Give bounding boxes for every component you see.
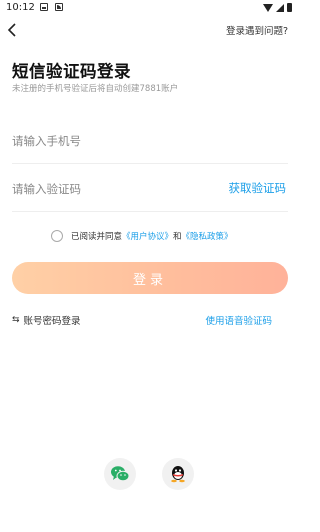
app-notification-icon xyxy=(55,3,63,11)
agreement-prefix: 已阅读并同意 xyxy=(71,232,123,242)
wifi-icon xyxy=(263,3,273,12)
phone-input[interactable] xyxy=(12,130,212,152)
status-time: 10:12 xyxy=(6,2,35,13)
voice-code-button[interactable]: 使用语音验证码 xyxy=(205,313,272,327)
login-help-link[interactable]: 登录遇到问题? xyxy=(226,23,288,37)
agreement-checkbox[interactable] xyxy=(51,230,63,242)
login-button[interactable]: 登录 xyxy=(12,262,288,294)
status-indicators xyxy=(263,3,292,12)
get-code-button[interactable]: 获取验证码 xyxy=(229,180,287,196)
battery-icon xyxy=(287,3,292,12)
code-field-row: 获取验证码 xyxy=(12,168,288,212)
phone-field-row xyxy=(12,120,288,164)
password-login-button[interactable]: ⇆ 账号密码登录 xyxy=(12,313,81,327)
alternate-login-row: ⇆ 账号密码登录 使用语音验证码 xyxy=(12,313,272,329)
privacy-policy-link[interactable]: 《隐私政策》 xyxy=(182,230,233,242)
wechat-icon xyxy=(111,466,130,482)
image-notification-icon xyxy=(40,3,48,11)
status-bar: 10:12 xyxy=(0,0,298,16)
wechat-login-button[interactable] xyxy=(104,458,136,490)
verification-code-input[interactable] xyxy=(12,178,212,200)
login-screen: 10:12 登录遇到问题? 短信验证码登录 未注册的手机号验证后将自动创建788… xyxy=(0,0,298,532)
password-login-label: 账号密码登录 xyxy=(23,316,81,327)
user-agreement-link[interactable]: 《用户协议》 xyxy=(122,230,173,242)
agreement-and: 和 xyxy=(173,232,182,242)
chevron-left-icon xyxy=(7,23,16,37)
signal-icon xyxy=(276,3,284,12)
page-subtitle: 未注册的手机号验证后将自动创建7881账户 xyxy=(12,84,179,94)
back-button[interactable] xyxy=(6,21,22,39)
page-title: 短信验证码登录 xyxy=(12,62,131,81)
qq-icon xyxy=(171,466,185,483)
qq-login-button[interactable] xyxy=(162,458,194,490)
agreement-row: 已阅读并同意 《用户协议》 和 《隐私政策》 xyxy=(51,230,233,242)
switch-icon: ⇆ xyxy=(12,315,20,325)
